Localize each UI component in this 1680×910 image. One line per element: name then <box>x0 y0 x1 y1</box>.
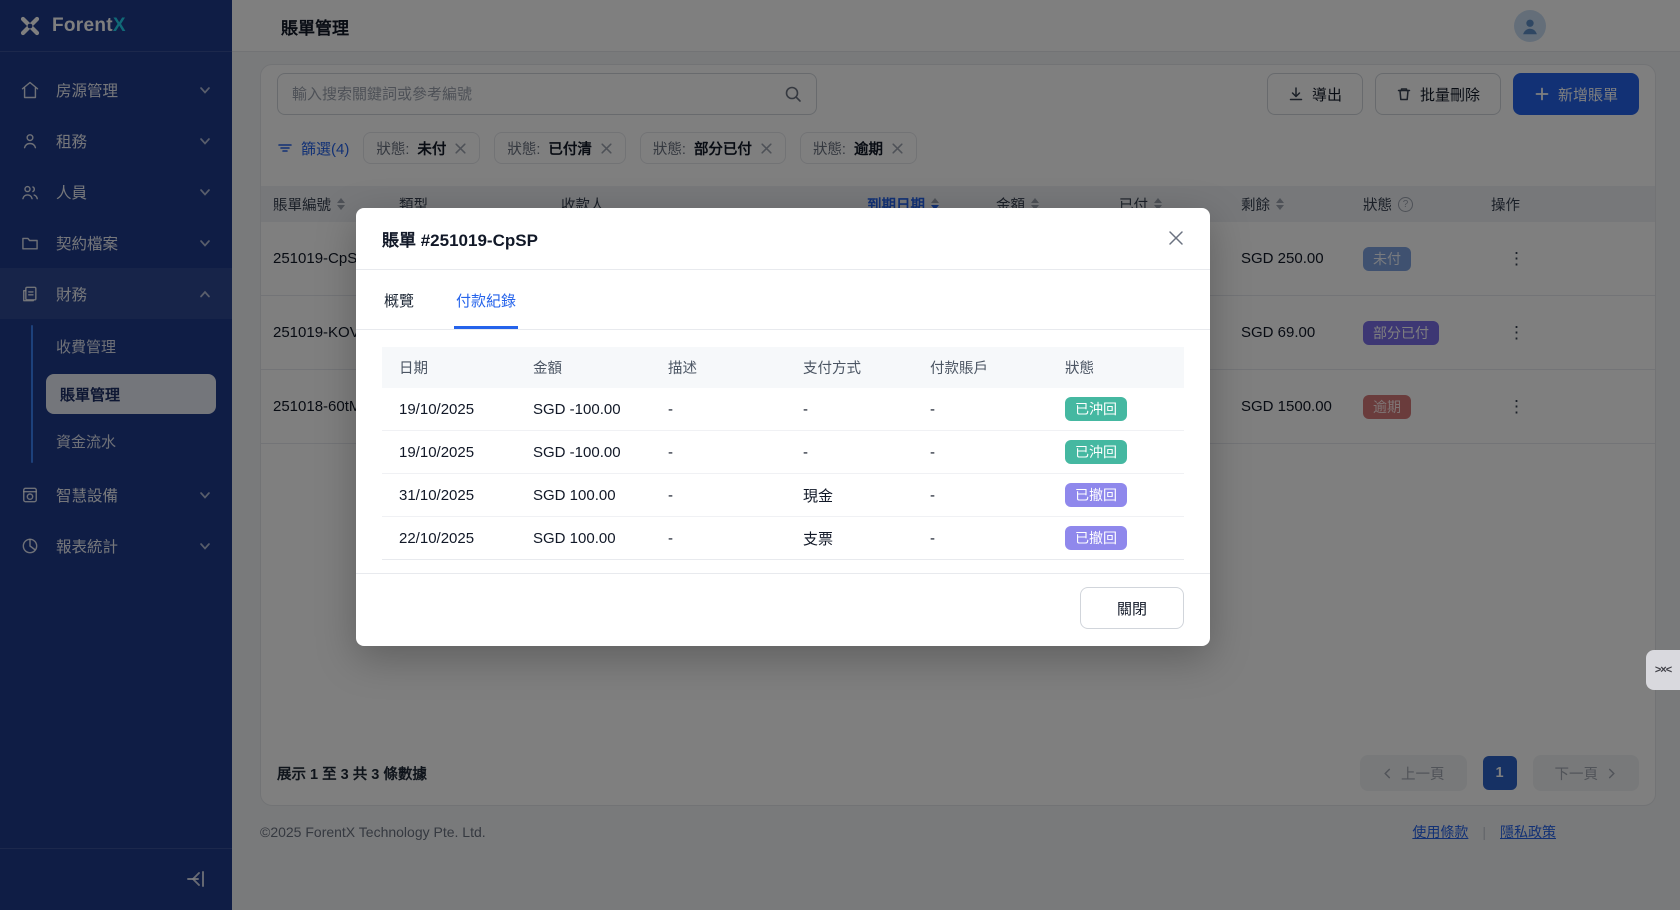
payment-status-badge: 已沖回 <box>1065 440 1127 464</box>
payment-desc: - <box>668 401 803 418</box>
modal-header: 賬單 #251019-CpSP <box>356 208 1210 270</box>
payment-method: 支票 <box>803 528 930 549</box>
payments-table-header: 日期 金額 描述 支付方式 付款賬戶 狀態 <box>382 347 1184 388</box>
payment-account: - <box>930 401 1065 418</box>
payment-desc: - <box>668 487 803 504</box>
payment-row: 19/10/2025 SGD -100.00 - - - 已沖回 <box>382 431 1184 474</box>
column-label: 日期 <box>399 357 533 378</box>
payment-amount: SGD -100.00 <box>533 401 668 418</box>
payment-amount: SGD -100.00 <box>533 444 668 461</box>
floating-widget-glyph: >×< <box>1655 664 1671 676</box>
column-label: 支付方式 <box>803 357 930 378</box>
payment-amount: SGD 100.00 <box>533 487 668 504</box>
column-label: 狀態 <box>1065 357 1184 378</box>
payment-date: 22/10/2025 <box>399 530 533 547</box>
payment-row: 22/10/2025 SGD 100.00 - 支票 - 已撤回 <box>382 517 1184 560</box>
payment-method: - <box>803 401 930 418</box>
payment-status-badge: 已沖回 <box>1065 397 1127 421</box>
payment-desc: - <box>668 444 803 461</box>
payment-date: 31/10/2025 <box>399 487 533 504</box>
invoice-detail-modal: 賬單 #251019-CpSP 概覽 付款紀錄 日期 金額 描述 支付方式 付款… <box>356 208 1210 646</box>
payment-status-badge: 已撤回 <box>1065 483 1127 507</box>
column-label: 金額 <box>533 357 668 378</box>
payment-method: 現金 <box>803 485 930 506</box>
payment-account: - <box>930 530 1065 547</box>
payment-row: 19/10/2025 SGD -100.00 - - - 已沖回 <box>382 388 1184 431</box>
payment-account: - <box>930 487 1065 504</box>
payments-table: 日期 金額 描述 支付方式 付款賬戶 狀態 19/10/2025 SGD -10… <box>382 347 1184 560</box>
payment-row: 31/10/2025 SGD 100.00 - 現金 - 已撤回 <box>382 474 1184 517</box>
close-icon[interactable] <box>1166 228 1186 248</box>
payment-status-badge: 已撤回 <box>1065 526 1127 550</box>
payment-desc: - <box>668 530 803 547</box>
payment-amount: SGD 100.00 <box>533 530 668 547</box>
tab-payment-records[interactable]: 付款紀錄 <box>454 270 518 329</box>
column-label: 付款賬戶 <box>930 357 1065 378</box>
payment-method: - <box>803 444 930 461</box>
payment-date: 19/10/2025 <box>399 444 533 461</box>
column-label: 描述 <box>668 357 803 378</box>
floating-widget[interactable]: >×< <box>1646 650 1680 690</box>
app-root: ForentX 房源管理 租務 <box>0 0 1680 910</box>
tab-overview[interactable]: 概覽 <box>382 270 416 329</box>
modal-title: 賬單 #251019-CpSP <box>382 231 538 250</box>
close-button[interactable]: 關閉 <box>1080 587 1184 629</box>
payment-date: 19/10/2025 <box>399 401 533 418</box>
modal-footer: 關閉 <box>356 573 1210 646</box>
modal-tabs: 概覽 付款紀錄 <box>356 270 1210 330</box>
payment-account: - <box>930 444 1065 461</box>
